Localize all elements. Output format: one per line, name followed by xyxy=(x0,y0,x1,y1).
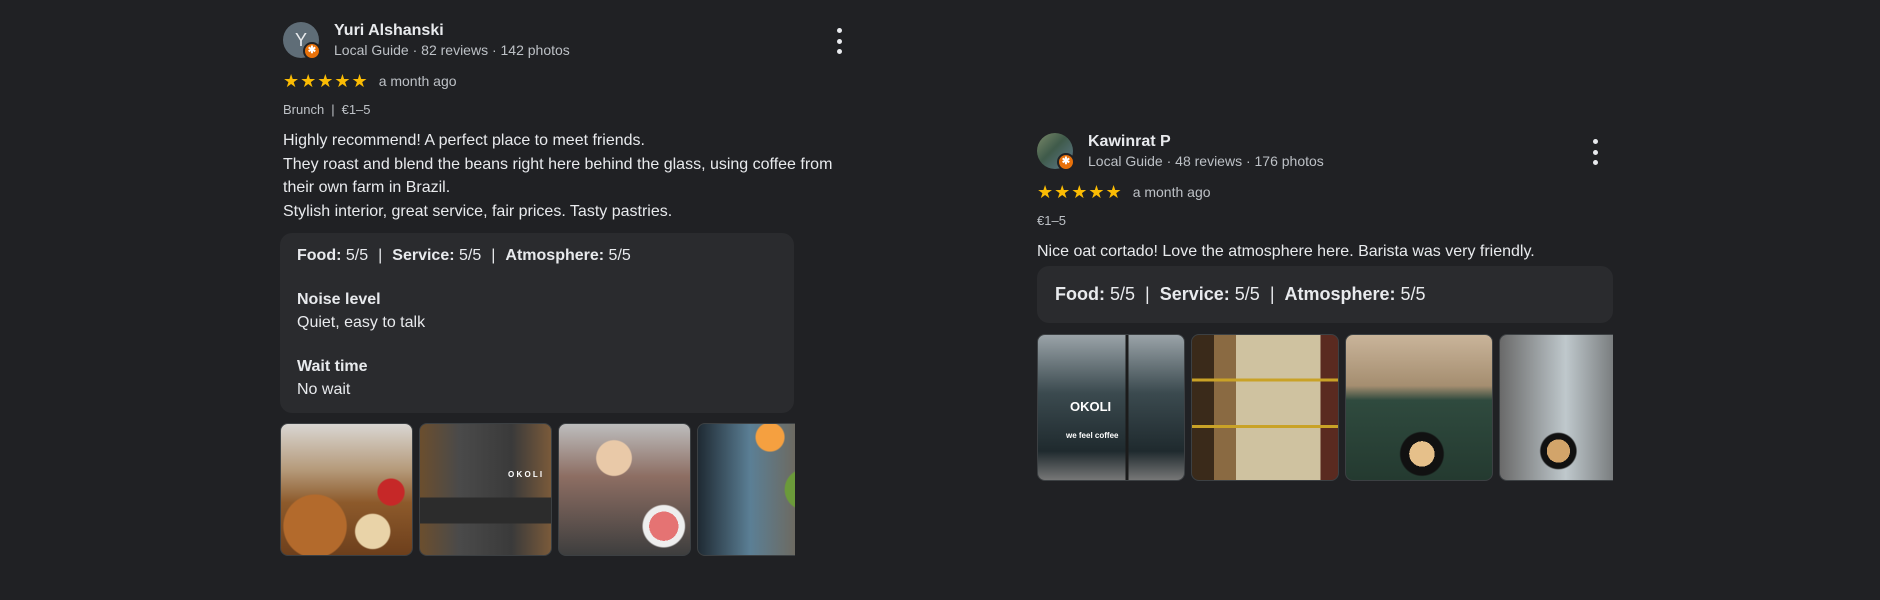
review-photo[interactable] xyxy=(1345,333,1493,481)
reviewer-meta[interactable]: Local Guide · 82 reviews · 142 photos xyxy=(334,42,570,58)
review-photo[interactable] xyxy=(697,423,795,556)
review-photo[interactable] xyxy=(558,423,691,556)
review-header: Y ✱ Yuri Alshanski Local Guide · 82 revi… xyxy=(283,20,853,64)
reviewer-name[interactable]: Yuri Alshanski xyxy=(334,22,444,40)
food-score: 5/5 xyxy=(1110,283,1136,304)
review-details-card: Food: 5/5 | Service: 5/5 | Atmosphere: 5/5 xyxy=(1037,265,1613,323)
review-card: Y ✱ Yuri Alshanski Local Guide · 82 revi… xyxy=(280,20,853,556)
review-details-card: Food: 5/5 | Service: 5/5 | Atmosphere: 5/5 N… xyxy=(280,233,794,413)
review-text: Nice oat cortado! Love the atmosphere he… xyxy=(1037,240,1612,264)
review-photo[interactable]: O K O L I xyxy=(419,423,552,556)
review-text-line: They roast and blend the beans right her… xyxy=(283,155,833,173)
local-guide-badge-icon: ✱ xyxy=(1057,153,1075,171)
avatar[interactable]: ✱ xyxy=(1037,133,1075,171)
review-text-line: Nice oat cortado! Love the atmosphere he… xyxy=(1037,243,1535,260)
attribute-meal: Brunch xyxy=(283,102,325,117)
service-score: 5/5 xyxy=(1234,283,1260,304)
atmosphere-score: 5/5 xyxy=(608,247,631,264)
review-photo[interactable]: OKOLI we feel coffee xyxy=(1037,333,1185,481)
more-options-icon[interactable] xyxy=(829,28,849,54)
review-text-line: Stylish interior, great service, fair pr… xyxy=(283,202,673,220)
attribute-separator: | xyxy=(331,102,335,117)
wait-time-value: No wait xyxy=(297,381,351,398)
more-options-icon[interactable] xyxy=(1585,139,1605,165)
review-time: a month ago xyxy=(378,73,457,89)
score-separator: | xyxy=(1145,283,1150,304)
food-label: Food: xyxy=(1055,283,1105,304)
score-separator: | xyxy=(378,247,383,264)
review-photo[interactable] xyxy=(280,423,413,556)
review-header: ✱ Kawinrat P Local Guide · 48 reviews · … xyxy=(1037,131,1612,175)
review-photos: O K O L I xyxy=(280,423,795,556)
avatar[interactable]: Y ✱ xyxy=(283,22,321,60)
noise-level-title: Noise level xyxy=(297,291,381,308)
review-text-line: Highly recommend! A perfect place to mee… xyxy=(283,132,645,149)
local-guide-badge-icon: ✱ xyxy=(303,42,321,60)
service-score: 5/5 xyxy=(459,247,482,264)
review-attributes: €1–5 xyxy=(1037,213,1612,231)
rating-row: ★★★★★ a month ago xyxy=(283,71,853,91)
review-photo[interactable] xyxy=(1499,333,1613,481)
service-label: Service: xyxy=(392,247,455,264)
review-card: ✱ Kawinrat P Local Guide · 48 reviews · … xyxy=(1037,131,1613,481)
review-photos: OKOLI we feel coffee xyxy=(1037,333,1613,481)
attribute-price: €1–5 xyxy=(341,102,371,117)
score-summary: Food: 5/5 | Service: 5/5 | Atmosphere: 5/5 xyxy=(297,247,777,265)
review-text: Highly recommend! A perfect place to mee… xyxy=(283,129,853,223)
score-summary: Food: 5/5 | Service: 5/5 | Atmosphere: 5/5 xyxy=(1055,284,1595,305)
atmosphere-label: Atmosphere: xyxy=(505,247,605,264)
food-label: Food: xyxy=(297,247,342,264)
review-time: a month ago xyxy=(1132,184,1211,200)
photo-sign-text: OKOLI xyxy=(1070,398,1112,414)
review-text-line: their own farm in Brazil. xyxy=(283,179,451,196)
review-attributes: Brunch | €1–5 xyxy=(283,102,853,120)
wait-time-title: Wait time xyxy=(297,358,368,375)
photo-sign-slogan: we feel coffee xyxy=(1066,430,1119,440)
reviewer-meta[interactable]: Local Guide · 48 reviews · 176 photos xyxy=(1088,153,1324,169)
score-separator: | xyxy=(491,247,496,264)
atmosphere-label: Atmosphere: xyxy=(1284,283,1396,304)
attribute-price: €1–5 xyxy=(1037,213,1066,228)
star-rating-icon: ★★★★★ xyxy=(283,71,369,91)
reviewer-name[interactable]: Kawinrat P xyxy=(1088,133,1171,151)
food-score: 5/5 xyxy=(345,247,369,264)
atmosphere-score: 5/5 xyxy=(1400,283,1426,304)
noise-level-value: Quiet, easy to talk xyxy=(297,314,426,331)
rating-row: ★★★★★ a month ago xyxy=(1037,182,1612,202)
service-label: Service: xyxy=(1159,283,1230,304)
score-separator: | xyxy=(1269,283,1275,304)
review-photo[interactable] xyxy=(1191,333,1339,481)
star-rating-icon: ★★★★★ xyxy=(1037,182,1123,202)
